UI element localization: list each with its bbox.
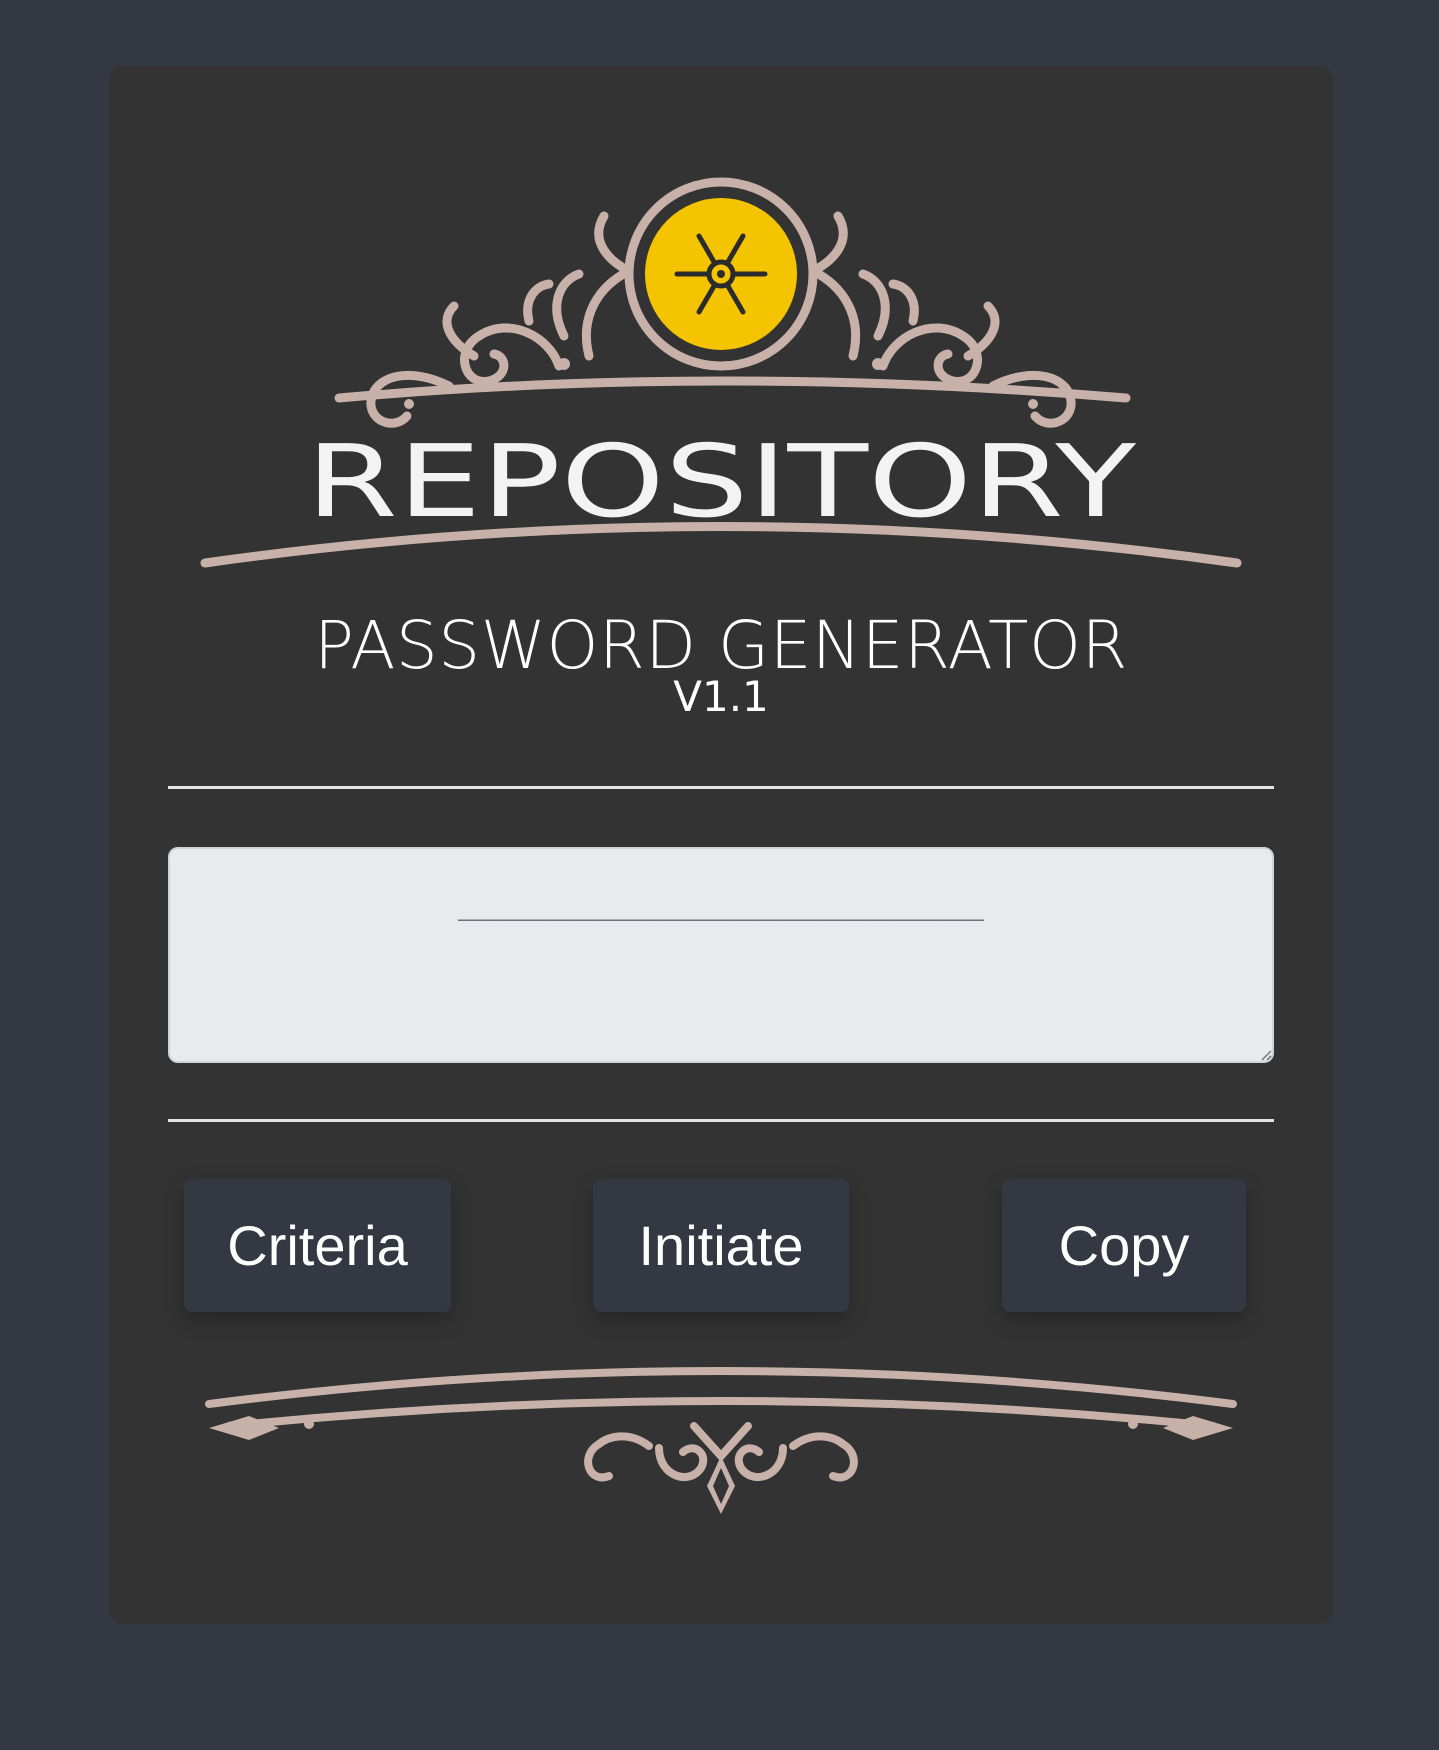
copy-button[interactable]: Copy <box>1002 1179 1246 1312</box>
bottom-divider <box>168 1119 1274 1122</box>
criteria-button[interactable]: Criteria <box>184 1179 451 1312</box>
resize-grip-icon[interactable] <box>1260 1049 1272 1061</box>
initiate-button[interactable]: Initiate <box>593 1179 849 1312</box>
vault-dial-icon <box>641 194 801 354</box>
version-label: V1.1 <box>673 672 769 721</box>
password-output-field[interactable] <box>168 847 1274 1063</box>
logo-wordmark: REPOSITORY <box>306 423 1137 540</box>
top-divider <box>168 786 1274 789</box>
bottom-ornament <box>205 1367 1237 1514</box>
repository-logo: REPOSITORY <box>200 177 1242 568</box>
generator-card: REPOSITORY PASSWORD GENERATOR V1.1 Crite… <box>109 66 1333 1624</box>
